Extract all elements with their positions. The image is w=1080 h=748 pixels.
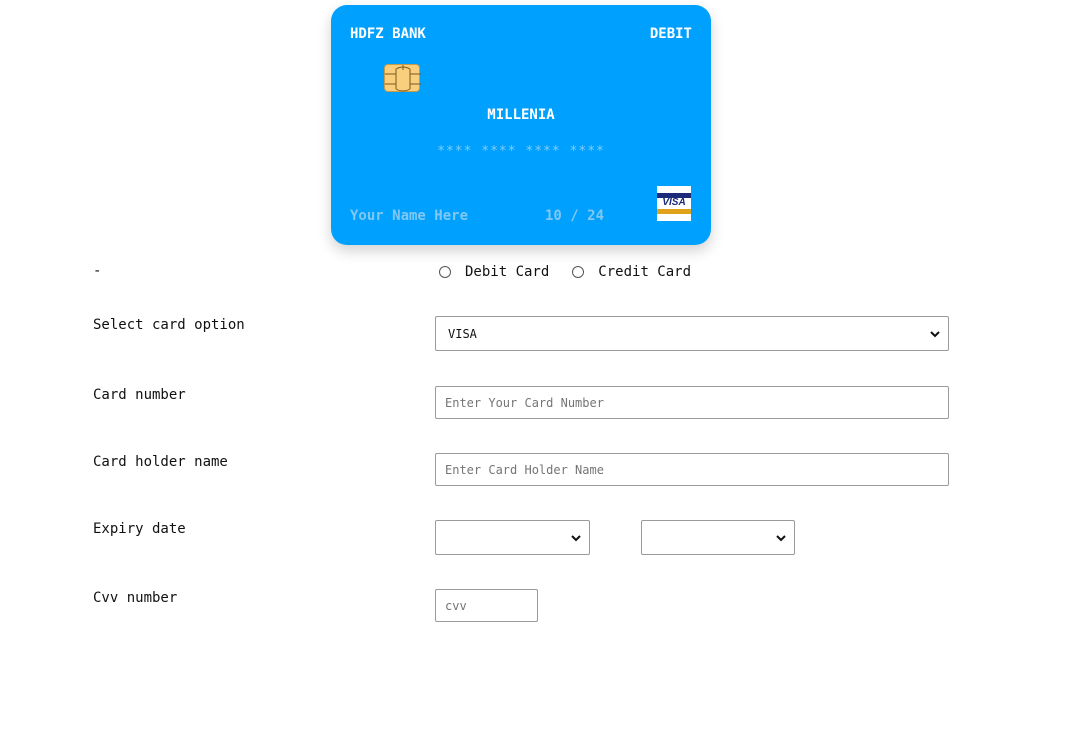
card-variant: MILLENIA xyxy=(487,107,555,123)
card-type: DEBIT xyxy=(649,26,692,42)
credit-card-radio[interactable] xyxy=(572,266,585,278)
debit-card-radio[interactable] xyxy=(439,266,451,278)
expiry-year-select[interactable] xyxy=(641,520,795,555)
chip-icon xyxy=(384,64,421,92)
card-expiry-display: 10 / 24 xyxy=(545,208,605,224)
visa-logo-icon: VISA xyxy=(657,186,691,221)
card-kind-radio-group: Debit Card Credit Card xyxy=(439,264,691,280)
card-option-selected-value: VISA xyxy=(448,326,477,341)
card-holder-display: Your Name Here xyxy=(350,208,469,224)
visa-logo-text: VISA xyxy=(662,197,686,208)
card-number-display: **** **** **** **** xyxy=(437,144,605,159)
debit-card-label[interactable]: Debit Card xyxy=(465,264,549,280)
expiry-date-label: Expiry date xyxy=(93,521,186,537)
expiry-month-select[interactable] xyxy=(435,520,590,555)
select-card-option-label: Select card option xyxy=(93,317,245,333)
chevron-down-icon xyxy=(571,531,581,545)
cvv-label: Cvv number xyxy=(93,590,178,606)
chevron-down-icon xyxy=(930,327,940,341)
card-kind-label: - xyxy=(93,263,102,279)
card-bank-name: HDFZ BANK xyxy=(350,26,426,42)
card-preview: HDFZ BANK DEBIT MILLENIA **** **** **** … xyxy=(331,5,711,245)
card-number-label: Card number xyxy=(93,387,186,403)
card-holder-input[interactable] xyxy=(435,453,949,486)
card-number-input[interactable] xyxy=(435,386,949,419)
credit-card-label[interactable]: Credit Card xyxy=(598,264,691,280)
cvv-input[interactable] xyxy=(435,589,538,622)
card-holder-label: Card holder name xyxy=(93,454,228,470)
card-option-select[interactable]: VISA xyxy=(435,316,949,351)
chevron-down-icon xyxy=(776,531,786,545)
